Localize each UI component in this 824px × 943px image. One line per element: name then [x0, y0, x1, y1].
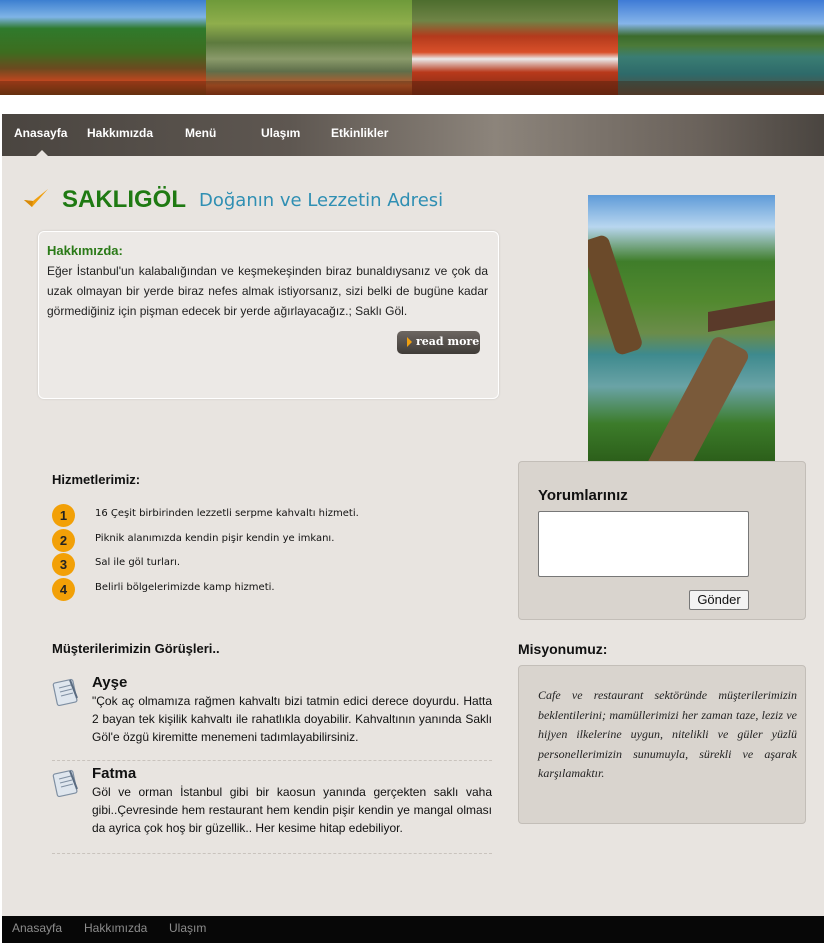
opinions-title: Müşterilerimizin Görüşleri.. [52, 641, 220, 656]
about-title: Hakkımızda: [47, 243, 123, 258]
about-text: Eğer İstanbul'un kalabalığından ve keşme… [47, 264, 488, 318]
footer-link-home[interactable]: Anasayfa [12, 921, 62, 935]
nav-item-home[interactable]: Anasayfa [14, 126, 67, 140]
footer-link-about[interactable]: Hakkımızda [84, 921, 147, 935]
service-item: 1 16 Çeşit birbirinden lezzetli serpme k… [52, 504, 492, 527]
comments-title: Yorumlarınız [538, 487, 628, 504]
service-text: Piknik alanımızda kendin pişir kendin ye… [95, 533, 335, 544]
nav-item-menu[interactable]: Menü [185, 126, 216, 140]
banner-strip [0, 0, 824, 95]
banner-photo-restaurant-deck [206, 0, 412, 95]
side-photo-trunk [645, 334, 751, 461]
footer-link-transport[interactable]: Ulaşım [169, 921, 206, 935]
opinion-divider [52, 760, 492, 761]
opinion-divider [52, 853, 492, 854]
side-photo-branch [588, 233, 644, 357]
checkmark-icon [24, 189, 48, 207]
arrow-right-icon [407, 337, 412, 347]
service-item: 3 Sal ile göl turları. [52, 553, 492, 576]
nav-item-about[interactable]: Hakkımızda [87, 126, 153, 140]
service-number-badge: 1 [52, 504, 75, 527]
mission-title: Misyonumuz: [518, 641, 608, 657]
service-number-badge: 4 [52, 578, 75, 601]
service-item: 2 Piknik alanımızda kendin pişir kendin … [52, 529, 492, 552]
service-text: 16 Çeşit birbirinden lezzetli serpme kah… [95, 508, 359, 519]
mission-text: Cafe ve restaurant sektöründe müşteriler… [538, 688, 797, 780]
service-text: Belirli bölgelerimizde kamp hizmeti. [95, 582, 275, 593]
opinion-text: Göl ve orman İstanbul gibi bir kaosun ya… [92, 785, 492, 835]
service-number-badge: 2 [52, 529, 75, 552]
read-more-button[interactable]: read more [397, 331, 480, 354]
service-text: Sal ile göl turları. [95, 557, 181, 568]
service-item: 4 Belirli bölgelerimizde kamp hizmeti. [52, 578, 492, 601]
banner-photo-breakfast-table [412, 0, 618, 95]
nav-item-transport[interactable]: Ulaşım [261, 126, 300, 140]
service-number-badge: 3 [52, 553, 75, 576]
page-title: SAKLIGÖL [62, 186, 186, 213]
notepad-icon [52, 678, 78, 706]
opinion-author: Fatma [92, 765, 137, 782]
notepad-icon [52, 769, 78, 797]
services-title: Hizmetlerimiz: [52, 472, 141, 487]
send-button[interactable]: Gönder [689, 590, 749, 610]
page-subtitle: Doğanın ve Lezzetin Adresi [199, 190, 444, 211]
nav-active-pointer [35, 150, 49, 157]
banner-photo-lake-view [618, 0, 824, 95]
comment-textarea[interactable] [538, 511, 749, 577]
read-more-label: read more [416, 335, 480, 348]
side-photo-lake [588, 195, 775, 461]
side-photo-deck [708, 297, 775, 333]
banner-photo-lake-forest [0, 0, 206, 95]
opinion-text: "Çok aç olmamıza rağmen kahvaltı bizi ta… [92, 694, 492, 744]
nav-item-events[interactable]: Etkinlikler [331, 126, 388, 140]
opinion-author: Ayşe [92, 674, 128, 691]
main-nav: Anasayfa Hakkımızda Menü Ulaşım Etkinlik… [2, 114, 824, 156]
footer: Anasayfa Hakkımızda Ulaşım [2, 916, 824, 943]
